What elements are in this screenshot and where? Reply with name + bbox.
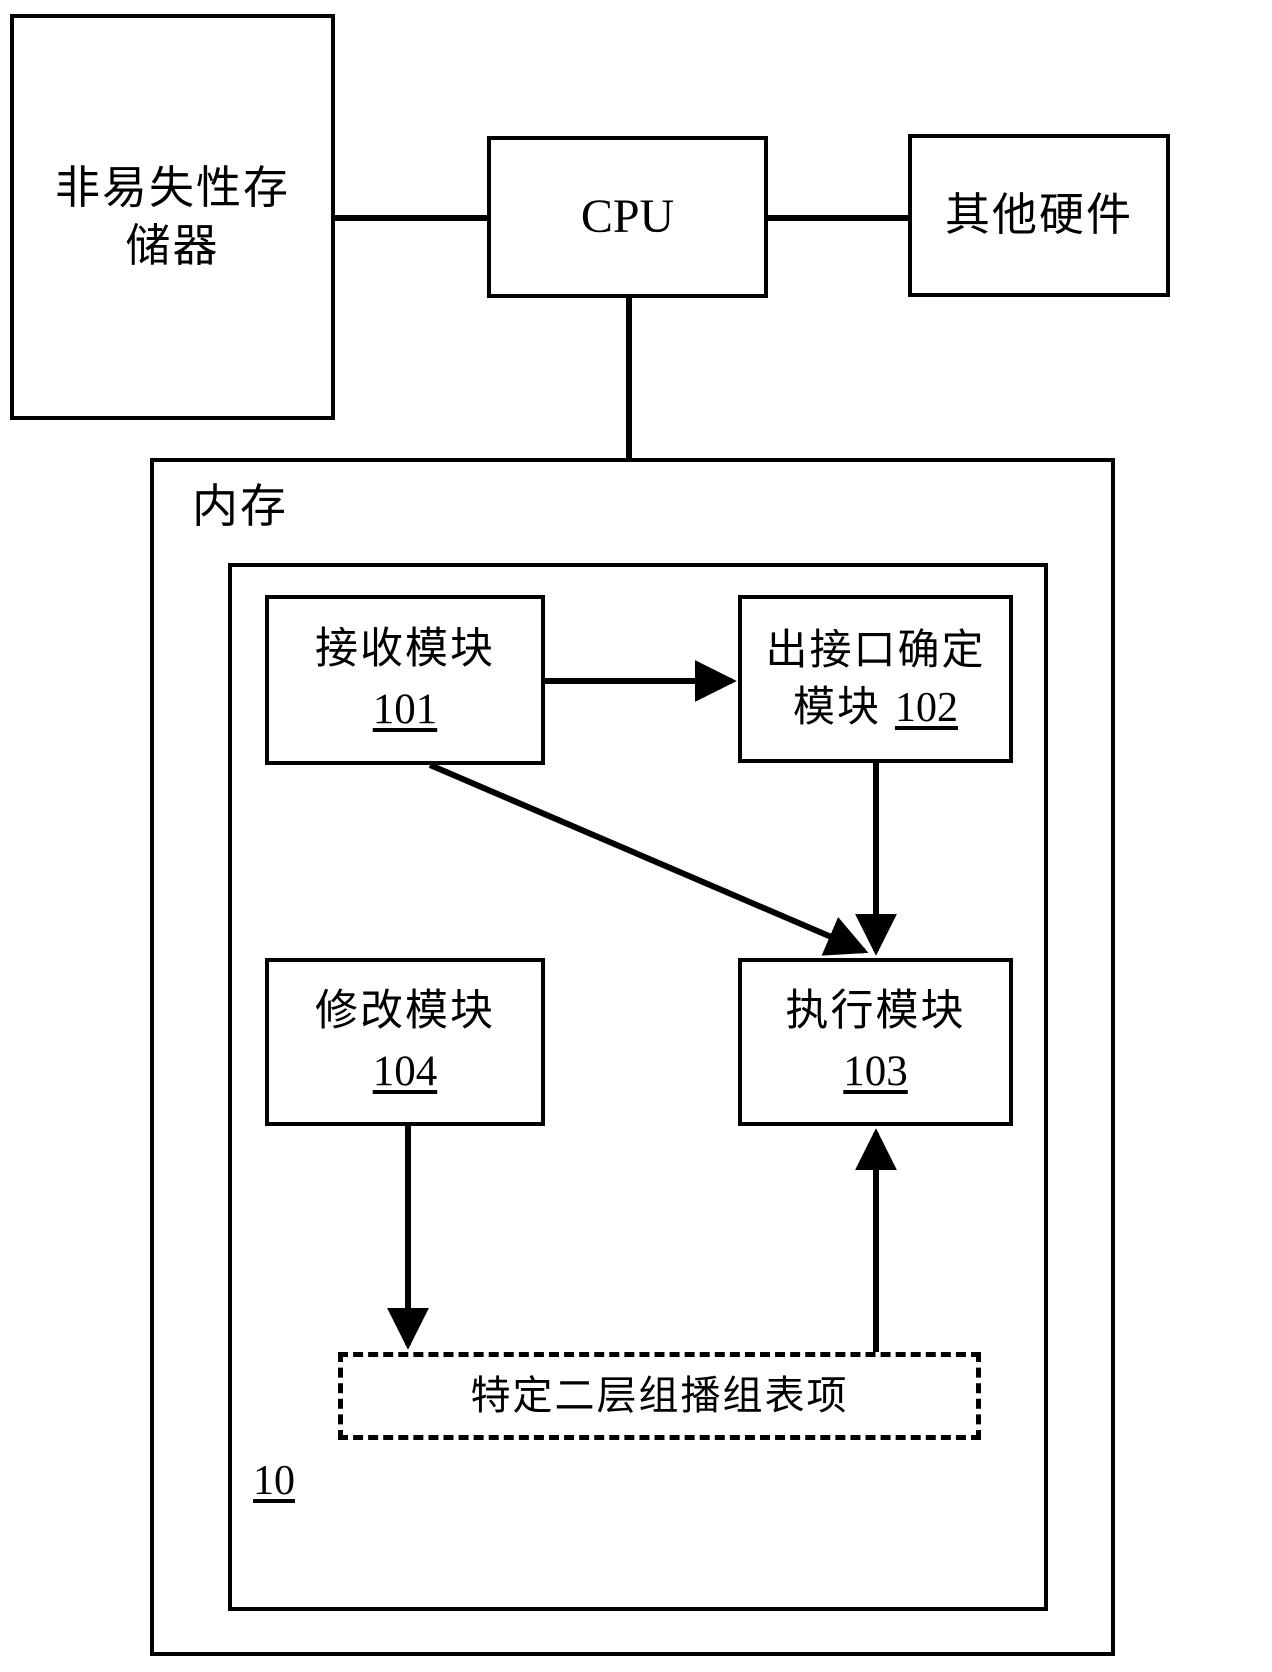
node-cpu-label: CPU xyxy=(580,189,675,243)
node-egress-interface-module-name-line2: 模块 xyxy=(792,681,881,731)
node-receive-module: 接收模块 101 xyxy=(265,595,545,765)
node-egress-interface-module: 出接口确定 模块 102 xyxy=(738,595,1013,763)
node-nonvolatile-storage-label: 非易失性存 储器 xyxy=(54,160,290,273)
node-cpu: CPU xyxy=(487,136,768,298)
node-egress-interface-module-line2: 模块 102 xyxy=(793,680,958,736)
node-nonvolatile-storage: 非易失性存 储器 xyxy=(10,14,335,420)
node-multicast-table-entry: 特定二层组播组表项 xyxy=(338,1352,981,1440)
node-modify-module: 修改模块 104 xyxy=(265,958,545,1126)
node-device-10-label: 10 xyxy=(253,1458,295,1504)
node-execute-module: 执行模块 103 xyxy=(738,958,1013,1126)
node-other-hardware-label: 其他硬件 xyxy=(944,188,1133,242)
diagram-canvas: 非易失性存 储器 CPU 其他硬件 内存 10 接收模块 101 出接口确定 模… xyxy=(0,0,1272,1672)
node-egress-interface-module-number: 102 xyxy=(895,684,958,731)
node-execute-module-name: 执行模块 xyxy=(785,986,966,1037)
node-modify-module-name: 修改模块 xyxy=(315,986,495,1037)
node-memory-label: 内存 xyxy=(192,479,288,533)
node-execute-module-number: 103 xyxy=(843,1048,908,1095)
node-multicast-table-entry-label: 特定二层组播组表项 xyxy=(470,1373,849,1419)
node-other-hardware: 其他硬件 xyxy=(908,134,1170,297)
node-egress-interface-module-name: 出接口确定 xyxy=(765,624,986,674)
node-receive-module-number: 101 xyxy=(372,686,438,733)
node-receive-module-name: 接收模块 xyxy=(315,624,495,675)
node-modify-module-number: 104 xyxy=(372,1048,438,1095)
